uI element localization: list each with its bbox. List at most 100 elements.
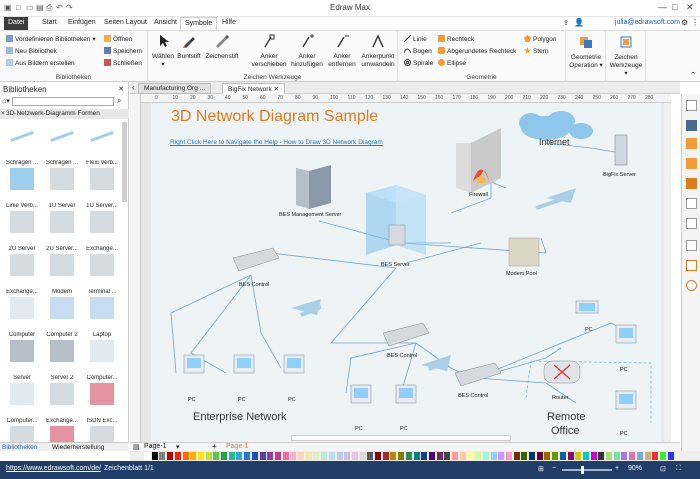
color-swatch[interactable] — [667, 452, 674, 460]
zoom-slider-handle[interactable] — [581, 466, 584, 474]
color-swatch[interactable] — [498, 452, 505, 460]
library-scrollbar[interactable] — [122, 122, 127, 202]
color-swatch[interactable] — [259, 452, 266, 460]
label-enterprise-network[interactable]: Enterprise Network — [193, 411, 287, 423]
color-swatch[interactable] — [367, 452, 374, 460]
tab-start[interactable]: Start — [38, 17, 61, 30]
color-swatch[interactable] — [351, 452, 358, 460]
collapse-ribbon-icon[interactable]: ⌃ — [690, 71, 696, 79]
library-shape[interactable]: Terminal ... — [82, 250, 122, 295]
label-pc[interactable]: PC — [620, 367, 628, 373]
library-shape[interactable]: Schrägen ... — [2, 121, 42, 166]
add-page-icon[interactable]: + — [212, 442, 217, 451]
add-anchor-button[interactable]: Anker hinzufügen — [290, 34, 324, 69]
zoom-out-icon[interactable]: − — [552, 465, 556, 472]
library-shape[interactable]: Computer... — [82, 336, 122, 381]
tab-file[interactable]: Datei — [4, 17, 29, 30]
polygon-button[interactable]: Polygon — [524, 35, 557, 43]
convert-anchor-button[interactable]: Ankerpunkt umwandeln — [358, 34, 398, 69]
fit-width-icon[interactable]: ⊡ — [660, 465, 666, 473]
draw-tools-button[interactable]: Zeichen Werkzeuge ▾ — [608, 35, 644, 78]
color-swatch[interactable] — [652, 452, 659, 460]
user-email[interactable]: julia@edrawsoft.com — [615, 19, 680, 26]
move-anchor-button[interactable]: Anker verschieben — [250, 34, 288, 69]
library-shape[interactable]: Computer 2 — [42, 293, 82, 338]
document-icon[interactable] — [686, 240, 697, 251]
color-swatch[interactable] — [475, 452, 482, 460]
color-swatch[interactable] — [313, 452, 320, 460]
color-swatch[interactable] — [552, 452, 559, 460]
color-swatch[interactable] — [529, 452, 535, 460]
select-tool-button[interactable]: Wählen ▾ — [150, 34, 176, 69]
zoom-slider[interactable] — [562, 469, 612, 471]
rounded-rectangle-button[interactable]: Abgerundetes Rechteck — [438, 47, 516, 55]
color-swatch[interactable] — [344, 452, 351, 460]
pencil-tool-button[interactable]: Zeichenstift — [204, 34, 240, 61]
color-swatch[interactable] — [452, 452, 458, 460]
library-shape[interactable]: Computer... — [2, 379, 42, 424]
pen-tool-button[interactable]: Buntstift — [176, 34, 202, 61]
color-swatch[interactable] — [359, 452, 366, 460]
open-library-button[interactable]: Öffnen — [104, 35, 132, 43]
label-bes-control-3[interactable]: BES Control — [458, 393, 488, 399]
line-button[interactable]: Linie — [404, 35, 427, 43]
color-swatch[interactable] — [151, 452, 158, 460]
close-library-button[interactable]: Schließen — [104, 59, 142, 67]
label-firewall[interactable]: Firewall — [469, 192, 488, 198]
page-menu-icon[interactable]: ▤ — [133, 443, 140, 451]
tab-view[interactable]: Ansicht — [150, 17, 181, 30]
diagram-title[interactable]: 3D Network Diagram Sample — [171, 108, 378, 126]
label-bes-control-2[interactable]: BES Control — [387, 353, 417, 359]
color-swatch[interactable] — [251, 452, 258, 460]
doc-tab-bigfix[interactable]: BigFix Network ✕ — [222, 83, 285, 94]
color-swatch[interactable] — [382, 452, 389, 460]
label-pc[interactable]: PC — [288, 397, 296, 403]
tab-symbols[interactable]: Symbole — [180, 17, 218, 30]
vertical-scrollbar[interactable] — [664, 103, 671, 442]
horizontal-scrollbar[interactable] — [291, 435, 511, 441]
close-tab-icon[interactable]: ✕ — [274, 86, 279, 93]
shadow-icon[interactable] — [686, 158, 697, 169]
color-swatch[interactable] — [144, 452, 150, 460]
color-swatch[interactable] — [598, 452, 605, 460]
format-icon[interactable] — [686, 100, 697, 111]
line-style-icon[interactable] — [686, 120, 697, 131]
image-icon[interactable] — [686, 178, 697, 189]
remove-anchor-button[interactable]: Anker entfernen — [326, 34, 358, 69]
tab-page-layout[interactable]: Seiten Layout — [100, 17, 151, 30]
color-swatch[interactable] — [606, 452, 612, 460]
label-pc[interactable]: PC — [400, 426, 408, 432]
close-panel-icon[interactable]: ✕ — [118, 85, 124, 93]
color-swatch[interactable] — [659, 452, 666, 460]
color-swatch[interactable] — [459, 452, 466, 460]
color-swatch[interactable] — [398, 452, 405, 460]
color-swatch[interactable] — [244, 452, 251, 460]
page-icon[interactable] — [686, 218, 697, 229]
color-swatch[interactable] — [644, 452, 651, 460]
collapse-panel-icon[interactable]: ‹ — [132, 83, 135, 92]
label-pc[interactable]: PC — [355, 426, 363, 432]
from-images-button[interactable]: Aus Bildern erstellen — [6, 59, 75, 67]
color-swatch[interactable] — [590, 452, 597, 460]
user-icon[interactable]: 👤 — [574, 18, 584, 27]
label-bes-control-1[interactable]: BES Control — [239, 282, 269, 288]
diagram-page[interactable]: 3D Network Diagram Sample Right Click He… — [151, 103, 661, 442]
color-swatch[interactable] — [621, 452, 628, 460]
zoom-level[interactable]: 90% — [628, 465, 642, 472]
color-swatch[interactable] — [490, 452, 497, 460]
color-swatch[interactable] — [236, 452, 243, 460]
minimize-icon[interactable]: — — [658, 2, 667, 12]
ellipse-button[interactable]: Ellipse — [438, 59, 466, 67]
label-pc[interactable]: PC — [188, 397, 196, 403]
help-icon[interactable] — [686, 280, 697, 291]
help-link[interactable]: Right Click Here to Navigate the Help - … — [170, 139, 383, 146]
website-link[interactable]: https://www.edrawsoft.com/de/ — [6, 465, 101, 472]
color-swatch[interactable] — [282, 452, 289, 460]
color-swatch[interactable] — [413, 452, 420, 460]
color-swatch[interactable] — [505, 452, 512, 460]
settings-icon[interactable]: ⚙ — [681, 18, 688, 27]
fullscreen-icon[interactable]: ⛶ — [676, 465, 681, 473]
label-bes-management-server[interactable]: BES Management Server — [279, 212, 341, 218]
color-swatch[interactable] — [174, 452, 181, 460]
library-shape[interactable]: Exchange... — [42, 379, 82, 424]
